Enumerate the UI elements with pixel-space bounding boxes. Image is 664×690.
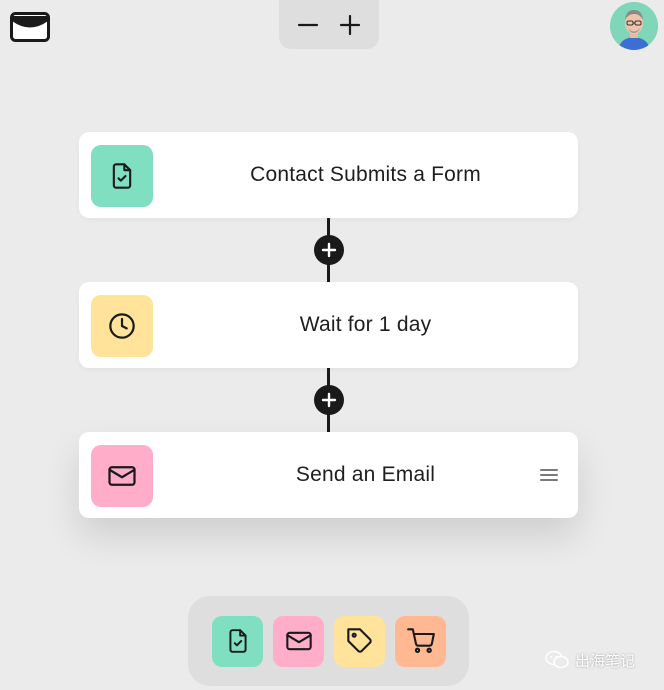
envelope-logo-icon [10, 12, 50, 42]
tag-icon [346, 628, 372, 653]
step-label: Send an Email [295, 463, 436, 486]
palette-item-email[interactable] [273, 615, 324, 667]
watermark: 出海笔记 [545, 648, 635, 672]
workflow-step-trigger[interactable]: Contact Submits a Form [79, 132, 578, 218]
plus-icon [321, 392, 337, 408]
zoom-out-button[interactable] [291, 8, 325, 42]
app-logo[interactable] [10, 12, 50, 42]
step-label: Contact Submits a Form [250, 163, 481, 186]
menu-lines-icon [540, 469, 558, 481]
wechat-icon [545, 650, 569, 669]
plus-icon [321, 242, 337, 258]
step-icon-tile [91, 295, 153, 357]
clock-icon [109, 313, 135, 339]
zoom-in-button[interactable] [333, 8, 367, 42]
step-palette [188, 596, 469, 686]
palette-item-tag[interactable] [334, 615, 385, 667]
cart-icon [406, 628, 435, 654]
drag-handle[interactable] [540, 468, 558, 482]
zoom-controls [279, 0, 379, 49]
add-step-button[interactable] [314, 235, 344, 265]
palette-item-form[interactable] [212, 615, 263, 667]
step-icon-tile [91, 445, 153, 507]
workflow-step-send-email[interactable]: Send an Email [79, 432, 578, 518]
avatar[interactable] [610, 2, 658, 50]
form-check-icon [228, 629, 247, 653]
plus-icon [339, 14, 361, 35]
step-label: Wait for 1 day [299, 313, 432, 336]
mail-icon [108, 466, 136, 486]
mail-icon [285, 631, 312, 651]
palette-item-cart[interactable] [395, 615, 446, 667]
user-avatar-icon [610, 2, 658, 50]
watermark-text: 出海笔记 [575, 652, 636, 670]
form-check-icon [112, 163, 132, 189]
minus-icon [297, 23, 319, 26]
step-icon-tile [91, 145, 153, 207]
add-step-button[interactable] [314, 385, 344, 415]
workflow-step-delay[interactable]: Wait for 1 day [79, 282, 578, 368]
